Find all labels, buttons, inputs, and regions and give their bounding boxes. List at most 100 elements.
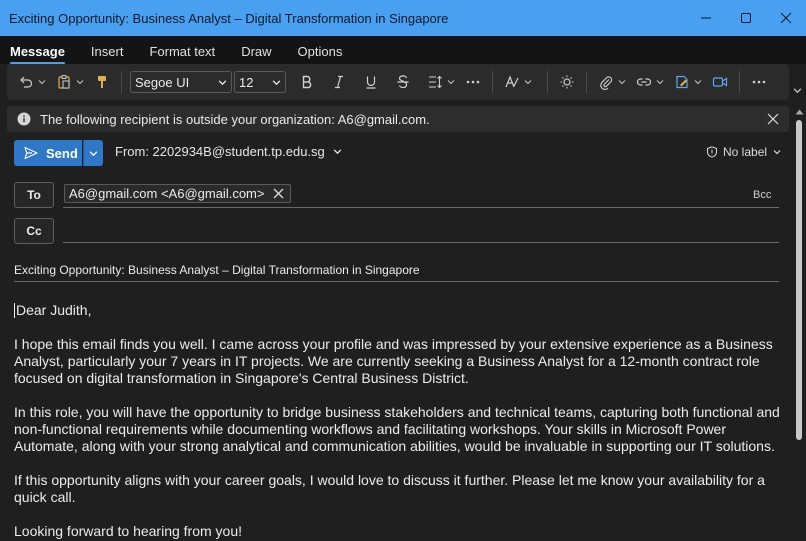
scrollbar-thumb[interactable] — [796, 120, 802, 440]
italic-icon — [335, 75, 343, 89]
bold-icon — [302, 75, 312, 89]
link-button[interactable] — [633, 71, 655, 93]
cc-button[interactable]: Cc — [14, 218, 54, 244]
italic-button[interactable] — [328, 71, 350, 93]
maximize-icon — [741, 13, 751, 23]
to-button[interactable]: To — [14, 182, 54, 208]
window-title: Exciting Opportunity: Business Analyst –… — [9, 10, 449, 26]
recipient-address: A6@gmail.com <A6@gmail.com> — [69, 186, 265, 201]
tab-draw[interactable]: Draw — [241, 39, 271, 62]
chevron-down-icon — [618, 80, 626, 85]
tab-insert[interactable]: Insert — [91, 39, 124, 62]
bold-button[interactable] — [296, 71, 318, 93]
send-label: Send — [46, 145, 78, 161]
styles-icon — [505, 75, 519, 88]
attach-button[interactable] — [595, 71, 617, 93]
chevron-down-icon — [89, 150, 98, 156]
font-name-select[interactable]: Segoe UI — [130, 71, 232, 93]
chevron-down-icon — [694, 80, 702, 85]
tab-options[interactable]: Options — [298, 39, 343, 62]
from-label: From: 2202934B@student.tp.edu.sg — [115, 144, 325, 159]
paste-button[interactable] — [53, 71, 75, 93]
styles-dropdown[interactable] — [523, 71, 533, 93]
editor-icon — [560, 75, 574, 89]
ribbon-tabs: Message Insert Format text Draw Options — [0, 36, 806, 64]
strikethrough-button[interactable] — [392, 71, 414, 93]
paragraph-spacing-icon — [429, 75, 442, 89]
close-window-button[interactable] — [766, 0, 806, 36]
vertical-scrollbar[interactable] — [793, 104, 806, 541]
chevron-down-icon — [447, 80, 455, 85]
ribbon-expand-button[interactable] — [789, 80, 806, 100]
toolbar-divider — [492, 71, 493, 93]
sensitivity-label-value: No label — [723, 145, 768, 159]
paragraph-dropdown[interactable] — [446, 71, 456, 93]
title-bar: Exciting Opportunity: Business Analyst –… — [0, 0, 806, 36]
send-options-dropdown[interactable] — [83, 140, 103, 166]
tab-format-text[interactable]: Format text — [149, 39, 215, 62]
bcc-button[interactable]: Bcc — [753, 189, 771, 201]
link-icon — [636, 78, 652, 86]
sensitivity-label-selector[interactable]: No label — [706, 145, 781, 159]
send-button[interactable]: Send — [14, 140, 82, 166]
subject-field[interactable]: Exciting Opportunity: Business Analyst –… — [14, 263, 420, 277]
more-formatting-button[interactable] — [462, 71, 484, 93]
send-button-group: Send — [14, 140, 103, 166]
toolbar-divider — [739, 71, 740, 93]
meeting-icon — [712, 77, 728, 87]
undo-icon — [20, 76, 33, 88]
minimize-button[interactable] — [686, 0, 726, 36]
more-icon — [466, 80, 480, 84]
paragraph-spacing-button[interactable] — [424, 71, 446, 93]
link-dropdown[interactable] — [655, 71, 665, 93]
chevron-down-icon — [38, 80, 46, 85]
editor-button[interactable] — [556, 71, 578, 93]
remove-recipient-icon[interactable] — [273, 188, 284, 199]
sensitivity-dropdown[interactable] — [693, 71, 703, 93]
attach-icon — [600, 76, 613, 90]
recipient-chip[interactable]: A6@gmail.com <A6@gmail.com> — [64, 184, 292, 203]
sensitivity-button[interactable] — [671, 71, 693, 93]
undo-button[interactable] — [15, 71, 37, 93]
ribbon-toolbar: Segoe UI 12 — [7, 64, 789, 100]
close-icon — [780, 12, 792, 24]
font-size-select[interactable]: 12 — [234, 71, 286, 93]
chevron-down-icon — [218, 79, 227, 85]
strikethrough-icon — [397, 75, 409, 89]
maximize-button[interactable] — [726, 0, 766, 36]
chevron-down-icon — [333, 149, 342, 155]
infobar-message: The following recipient is outside your … — [40, 111, 430, 127]
font-size-value: 12 — [239, 74, 254, 90]
paste-dropdown[interactable] — [75, 71, 85, 93]
scroll-up-arrow-icon[interactable] — [795, 108, 804, 116]
chevron-down-icon — [793, 87, 802, 93]
close-icon — [767, 113, 779, 125]
shield-icon — [707, 146, 717, 158]
format-painter-button[interactable] — [91, 71, 113, 93]
dismiss-infobar-button[interactable] — [757, 106, 789, 132]
sensitivity-icon — [676, 75, 688, 89]
message-body[interactable]: Dear Judith, I hope this email finds you… — [14, 302, 782, 540]
underline-button[interactable] — [360, 71, 382, 93]
body-paragraph-3: If this opportunity aligns with your car… — [14, 472, 765, 505]
chevron-down-icon — [76, 80, 84, 85]
minimize-icon — [701, 17, 711, 19]
body-paragraph-4: Looking forward to hearing from you! — [14, 523, 243, 539]
undo-dropdown[interactable] — [37, 71, 47, 93]
tab-message[interactable]: Message — [10, 39, 65, 64]
from-account-selector[interactable]: From: 2202934B@student.tp.edu.sg — [115, 144, 342, 159]
format-painter-icon — [98, 76, 106, 88]
chevron-down-icon — [773, 150, 781, 155]
toolbar-divider — [547, 71, 548, 93]
text-cursor — [14, 303, 15, 318]
to-field-underline — [63, 207, 779, 208]
font-name-value: Segoe UI — [135, 74, 190, 90]
cc-field-underline[interactable] — [63, 242, 779, 243]
external-recipient-infobar: The following recipient is outside your … — [7, 106, 789, 132]
info-icon — [17, 112, 31, 126]
styles-button[interactable] — [501, 71, 523, 93]
attach-dropdown[interactable] — [617, 71, 627, 93]
overflow-menu-button[interactable] — [748, 71, 770, 93]
teams-meeting-button[interactable] — [709, 71, 731, 93]
paste-icon — [58, 75, 70, 89]
